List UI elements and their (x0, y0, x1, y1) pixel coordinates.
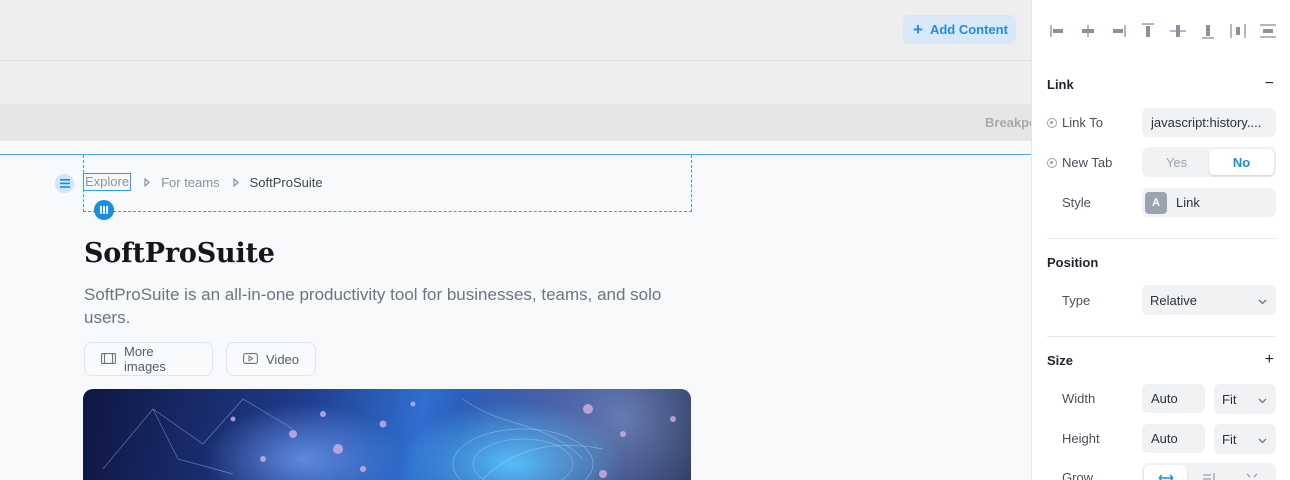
toolbar-row-2 (0, 61, 1031, 104)
breadcrumb: Explore For teams SoftProSuite (83, 173, 323, 191)
link-to-input[interactable]: javascript:history.... (1142, 108, 1276, 137)
video-label: Video (266, 351, 300, 367)
width-input[interactable]: Auto (1142, 384, 1205, 413)
height-mode-select[interactable]: Fit (1214, 424, 1276, 454)
play-icon (243, 352, 258, 367)
chevron-right-icon (232, 177, 239, 187)
more-images-button[interactable]: More images (84, 342, 213, 376)
position-type-select[interactable]: Relative (1142, 285, 1276, 315)
align-center-horizontal-icon[interactable] (1078, 21, 1098, 41)
binding-dot-icon[interactable] (1047, 117, 1057, 128)
height-input[interactable]: Auto (1142, 424, 1205, 453)
align-right-icon[interactable] (1108, 21, 1128, 41)
breadcrumb-item-current[interactable]: SoftProSuite (250, 175, 323, 190)
breadcrumb-item-for-teams[interactable]: For teams (161, 175, 220, 190)
chevron-down-icon (1258, 432, 1267, 447)
page-title: SoftProSuite (84, 238, 275, 269)
link-to-label: Link To (1047, 115, 1103, 130)
grow-horizontal-icon[interactable] (1144, 465, 1188, 480)
more-images-label: More images (124, 344, 166, 374)
expand-icon[interactable]: + (1265, 352, 1274, 368)
size-section-title: Size (1047, 353, 1074, 368)
add-content-button[interactable]: + Add Content (903, 15, 1016, 44)
link-section-title: Link (1047, 77, 1074, 92)
grow-toggle (1142, 463, 1276, 480)
collapse-icon[interactable]: − (1265, 76, 1274, 92)
section-divider (1047, 336, 1276, 337)
style-badge-icon: A (1145, 191, 1167, 214)
menu-icon[interactable] (55, 174, 74, 193)
plus-icon: + (913, 20, 923, 39)
breakpoint-label[interactable]: Breakpoints (985, 115, 1031, 130)
section-divider (1047, 238, 1276, 239)
chevron-right-icon (144, 177, 150, 187)
breadcrumb-item-explore[interactable]: Explore (83, 173, 132, 191)
breakpoint-bar: Breakpoints (0, 104, 1031, 141)
hero-image[interactable] (83, 389, 691, 480)
new-tab-toggle: Yes No (1142, 147, 1276, 177)
width-mode-select[interactable]: Fit (1214, 384, 1276, 414)
add-content-label: Add Content (929, 22, 1008, 37)
align-bottom-icon[interactable] (1198, 21, 1218, 41)
new-tab-no[interactable]: No (1209, 149, 1274, 175)
align-left-icon[interactable] (1048, 21, 1068, 41)
style-label: Style (1062, 195, 1091, 210)
drag-handle-icon[interactable] (94, 200, 114, 220)
position-type-label: Type (1062, 293, 1091, 308)
chevron-down-icon (1258, 293, 1267, 308)
position-section-title: Position (1047, 255, 1099, 270)
binding-dot-icon[interactable] (1047, 157, 1057, 168)
top-toolbar: + Add Content (0, 0, 1031, 61)
gallery-icon (101, 352, 116, 367)
distribute-horizontal-icon[interactable] (1228, 21, 1248, 41)
alignment-toolbar (1048, 21, 1278, 41)
product-description: SoftProSuite is an all-in-one productivi… (84, 285, 662, 327)
style-value: Link (1176, 195, 1200, 210)
grow-label: Grow (1062, 470, 1094, 480)
style-selector[interactable]: A Link (1142, 188, 1276, 217)
distribute-vertical-icon[interactable] (1258, 21, 1278, 41)
new-tab-yes[interactable]: Yes (1144, 149, 1209, 175)
height-label: Height (1062, 431, 1100, 446)
new-tab-label: New Tab (1047, 155, 1112, 170)
width-label: Width (1062, 391, 1096, 406)
grow-vertical-icon[interactable] (1187, 465, 1230, 480)
chevron-down-icon (1258, 392, 1267, 407)
video-button[interactable]: Video (226, 342, 316, 376)
grow-both-icon[interactable] (1231, 465, 1274, 480)
properties-panel: Link − Link To javascript:history.... Ne… (1031, 0, 1290, 480)
align-top-icon[interactable] (1138, 21, 1158, 41)
align-center-vertical-icon[interactable] (1168, 21, 1188, 41)
